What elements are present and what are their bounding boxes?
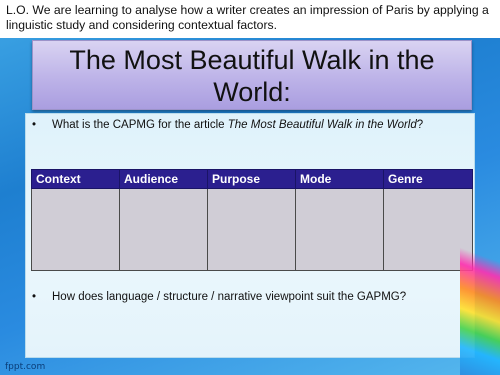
watermark-text: fppt.com <box>5 362 46 372</box>
cell-context[interactable] <box>31 188 120 271</box>
header-purpose: Purpose <box>207 169 296 189</box>
cell-purpose[interactable] <box>207 188 296 271</box>
bullet-text-1-suffix: ? <box>416 119 424 131</box>
bullet-text-1-prefix: What is the CAPMG for the article <box>52 119 228 131</box>
capmg-table: Context Audience Purpose Mode Genre <box>31 169 473 271</box>
content-panel: • What is the CAPMG for the article The … <box>25 113 475 358</box>
bullet-question-language: • How does language / structure / narrat… <box>32 291 406 303</box>
cell-mode[interactable] <box>295 188 384 271</box>
learning-objective-banner: L.O. We are learning to analyse how a wr… <box>0 0 500 38</box>
header-context: Context <box>31 169 120 189</box>
table-header-row: Context Audience Purpose Mode Genre <box>31 169 473 189</box>
article-title-italic: The Most Beautiful Walk in the World <box>227 119 417 131</box>
bullet-text-2: How does language / structure / narrativ… <box>52 291 407 303</box>
bullet-icon: • <box>32 291 37 303</box>
table-row <box>31 188 473 271</box>
bullet-question-capmg: • What is the CAPMG for the article The … <box>32 119 423 131</box>
slide-title: The Most Beautiful Walk in the World: <box>32 40 472 110</box>
header-mode: Mode <box>295 169 384 189</box>
header-genre: Genre <box>383 169 473 189</box>
header-audience: Audience <box>119 169 208 189</box>
bullet-icon: • <box>32 119 37 131</box>
rainbow-decoration <box>460 230 500 375</box>
bullet-text-1: What is the CAPMG for the article The Mo… <box>52 119 423 131</box>
cell-audience[interactable] <box>119 188 208 271</box>
